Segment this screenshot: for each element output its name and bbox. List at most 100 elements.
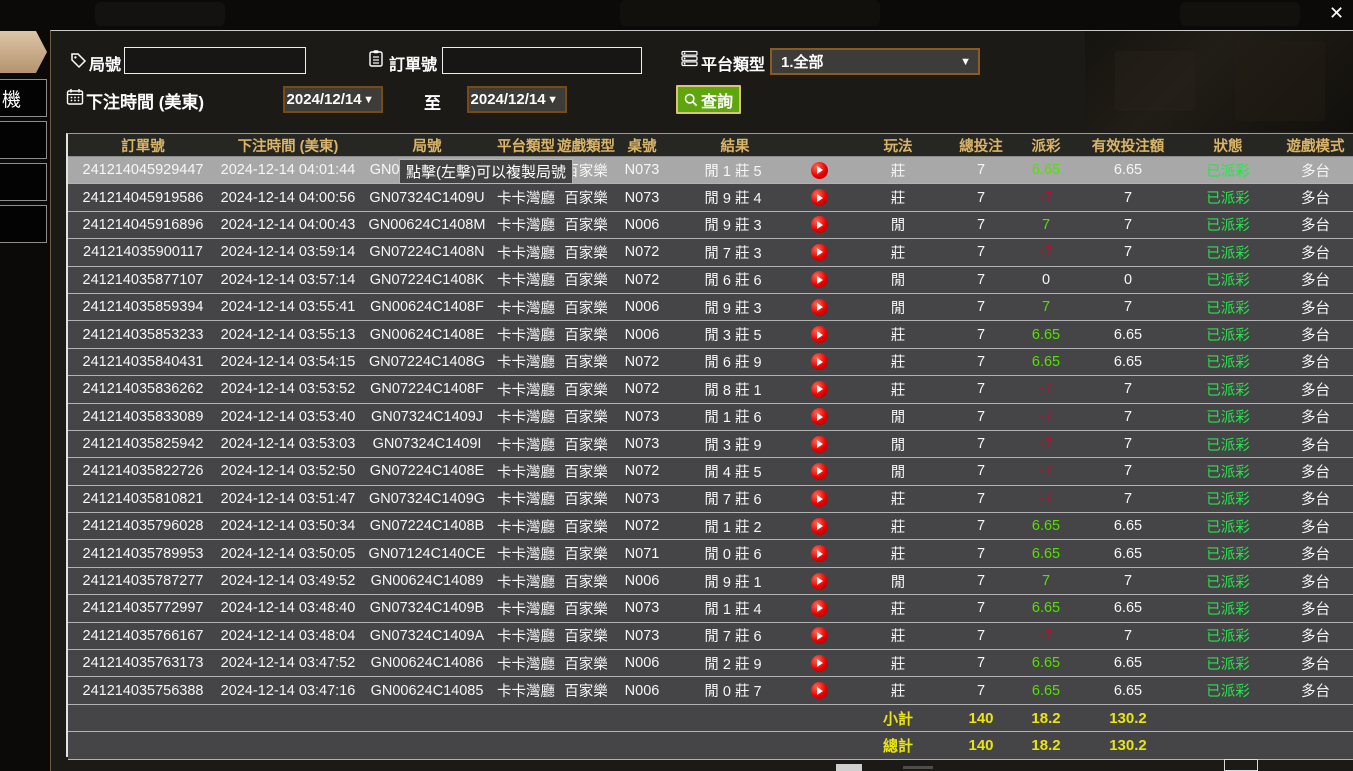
cell-play-type: 莊 [848, 324, 948, 345]
table-row[interactable]: 241214035859394 2024-12-14 03:55:41 GN00… [68, 294, 1353, 321]
table-row[interactable]: 241214035756388 2024-12-14 03:47:16 GN00… [68, 677, 1353, 704]
replay-play-button[interactable] [811, 189, 828, 206]
sidebar-tab[interactable] [0, 163, 47, 201]
cell-game-no[interactable]: GN07124C140CE [358, 546, 496, 562]
cell-game-mode: 多台 [1278, 406, 1353, 427]
cell-game-no[interactable]: GN07324C1409B [358, 600, 496, 616]
replay-play-button[interactable] [811, 490, 828, 507]
cell-result: 閒 6 莊 9 [668, 351, 848, 372]
cell-game-no[interactable]: GN07324C1409A [358, 628, 496, 644]
table-row[interactable]: 241214035836262 2024-12-14 03:53:52 GN07… [68, 376, 1353, 403]
replay-play-button[interactable] [811, 326, 828, 343]
cell-total-bet: 7 [948, 190, 1014, 206]
sidebar-active-tab[interactable] [0, 31, 47, 73]
cell-game-no[interactable]: GN00624C14086 [358, 655, 496, 671]
sidebar-tab-machine[interactable]: 機 [0, 79, 47, 117]
replay-play-button[interactable] [811, 573, 828, 590]
date-to-select[interactable]: 2024/12/14 ▼ [467, 86, 567, 113]
replay-play-button[interactable] [811, 381, 828, 398]
cell-bet-time: 2024-12-14 03:53:03 [218, 436, 358, 452]
cell-table-no: N072 [616, 463, 668, 479]
cell-game-no[interactable]: GN00624C1408M [358, 217, 496, 233]
table-row[interactable]: 241214035840431 2024-12-14 03:54:15 GN07… [68, 349, 1353, 376]
game-no-input[interactable] [124, 47, 306, 74]
table-row[interactable]: 241214035766167 2024-12-14 03:48:04 GN07… [68, 623, 1353, 650]
replay-play-button[interactable] [811, 216, 828, 233]
sidebar-tab[interactable] [0, 205, 47, 243]
replay-play-button[interactable] [811, 299, 828, 316]
replay-play-button[interactable] [811, 162, 828, 179]
platform-type-value: 1.全部 [772, 51, 960, 72]
cell-table-no: N073 [616, 491, 668, 507]
pagination-page-box[interactable] [1224, 759, 1258, 771]
table-row[interactable]: 241214035772997 2024-12-14 03:48:40 GN07… [68, 595, 1353, 622]
table-row[interactable]: 241214035853233 2024-12-14 03:55:13 GN00… [68, 321, 1353, 348]
cell-game-no[interactable]: GN00624C14085 [358, 683, 496, 699]
table-row[interactable]: 241214035833089 2024-12-14 03:53:40 GN07… [68, 404, 1353, 431]
table-row[interactable]: 241214035796028 2024-12-14 03:50:34 GN07… [68, 513, 1353, 540]
cell-total-bet: 7 [948, 354, 1014, 370]
replay-play-button[interactable] [811, 627, 828, 644]
cell-game-no[interactable]: GN00624C1408F [358, 299, 496, 315]
platform-type-select[interactable]: 1.全部 ▼ [770, 48, 980, 75]
pagination-fragment[interactable] [836, 764, 862, 771]
cell-game-no[interactable]: GN07224C1408E [358, 463, 496, 479]
order-no-input[interactable] [442, 47, 642, 74]
cell-game-no[interactable]: GN07224C1408K [358, 272, 496, 288]
replay-play-button[interactable] [811, 436, 828, 453]
table-row[interactable]: 241214045919586 2024-12-14 04:00:56 GN07… [68, 184, 1353, 211]
replay-play-button[interactable] [811, 353, 828, 370]
cell-platform: 卡卡灣廳 [496, 187, 556, 208]
table-row[interactable]: 241214035822726 2024-12-14 03:52:50 GN07… [68, 458, 1353, 485]
cell-play-type: 莊 [848, 598, 948, 619]
cell-result: 閒 8 莊 1 [668, 379, 848, 400]
table-row[interactable]: 241214035810821 2024-12-14 03:51:47 GN07… [68, 486, 1353, 513]
result-text: 閒 1 莊 6 [668, 406, 798, 427]
sidebar-tab[interactable] [0, 121, 47, 159]
replay-play-button[interactable] [811, 244, 828, 261]
cell-order-no: 241214035796028 [68, 518, 218, 534]
replay-play-button[interactable] [811, 545, 828, 562]
table-row[interactable]: 241214035787277 2024-12-14 03:49:52 GN00… [68, 568, 1353, 595]
table-row[interactable]: 241214035877107 2024-12-14 03:57:14 GN07… [68, 267, 1353, 294]
cell-status: 已派彩 [1178, 406, 1278, 427]
date-from-select[interactable]: 2024/12/14 ▼ [283, 86, 383, 113]
play-icon [817, 550, 823, 558]
cell-game-type: 百家樂 [556, 625, 616, 646]
cell-payout: 6.65 [1014, 655, 1078, 671]
cell-platform: 卡卡灣廳 [496, 324, 556, 345]
cell-game-no[interactable]: GN07224C1408F [358, 381, 496, 397]
cell-bet-time: 2024-12-14 03:49:52 [218, 573, 358, 589]
replay-play-button[interactable] [811, 271, 828, 288]
result-text: 閒 8 莊 1 [668, 379, 798, 400]
clipboard-icon [368, 49, 384, 68]
cell-order-no: 241214035825942 [68, 436, 218, 452]
replay-play-button[interactable] [811, 682, 828, 699]
cell-game-no[interactable]: GN00624C14089 [358, 573, 496, 589]
cell-game-no[interactable]: GN07324C1409I [358, 436, 496, 452]
table-row[interactable]: 241214045929447 2024-12-14 04:01:44 GN07… [68, 157, 1353, 184]
table-row[interactable]: 241214035789953 2024-12-14 03:50:05 GN07… [68, 540, 1353, 567]
chevron-down-icon: ▼ [547, 94, 565, 106]
cell-game-no[interactable]: GN00624C1408E [358, 327, 496, 343]
replay-play-button[interactable] [811, 600, 828, 617]
replay-play-button[interactable] [811, 655, 828, 672]
search-button[interactable]: 查詢 [676, 85, 741, 114]
cell-game-no[interactable]: GN07224C1408B [358, 518, 496, 534]
result-text: 閒 6 莊 6 [668, 269, 798, 290]
table-row[interactable]: 241214035825942 2024-12-14 03:53:03 GN07… [68, 431, 1353, 458]
cell-game-no[interactable]: GN07224C1408N [358, 244, 496, 260]
cell-game-no[interactable]: GN07324C1409G [358, 491, 496, 507]
cell-valid-bet: 7 [1078, 244, 1178, 260]
cell-game-mode: 多台 [1278, 214, 1353, 235]
cell-game-no[interactable]: GN07224C1408G [358, 354, 496, 370]
table-row[interactable]: 241214035900117 2024-12-14 03:59:14 GN07… [68, 239, 1353, 266]
replay-play-button[interactable] [811, 463, 828, 480]
replay-play-button[interactable] [811, 518, 828, 535]
replay-play-button[interactable] [811, 408, 828, 425]
cell-game-no[interactable]: GN07324C1409J [358, 409, 496, 425]
close-icon[interactable]: ✕ [1329, 3, 1344, 24]
cell-game-no[interactable]: GN07324C1409U [358, 190, 496, 206]
table-row[interactable]: 241214035763173 2024-12-14 03:47:52 GN00… [68, 650, 1353, 677]
table-row[interactable]: 241214045916896 2024-12-14 04:00:43 GN00… [68, 212, 1353, 239]
